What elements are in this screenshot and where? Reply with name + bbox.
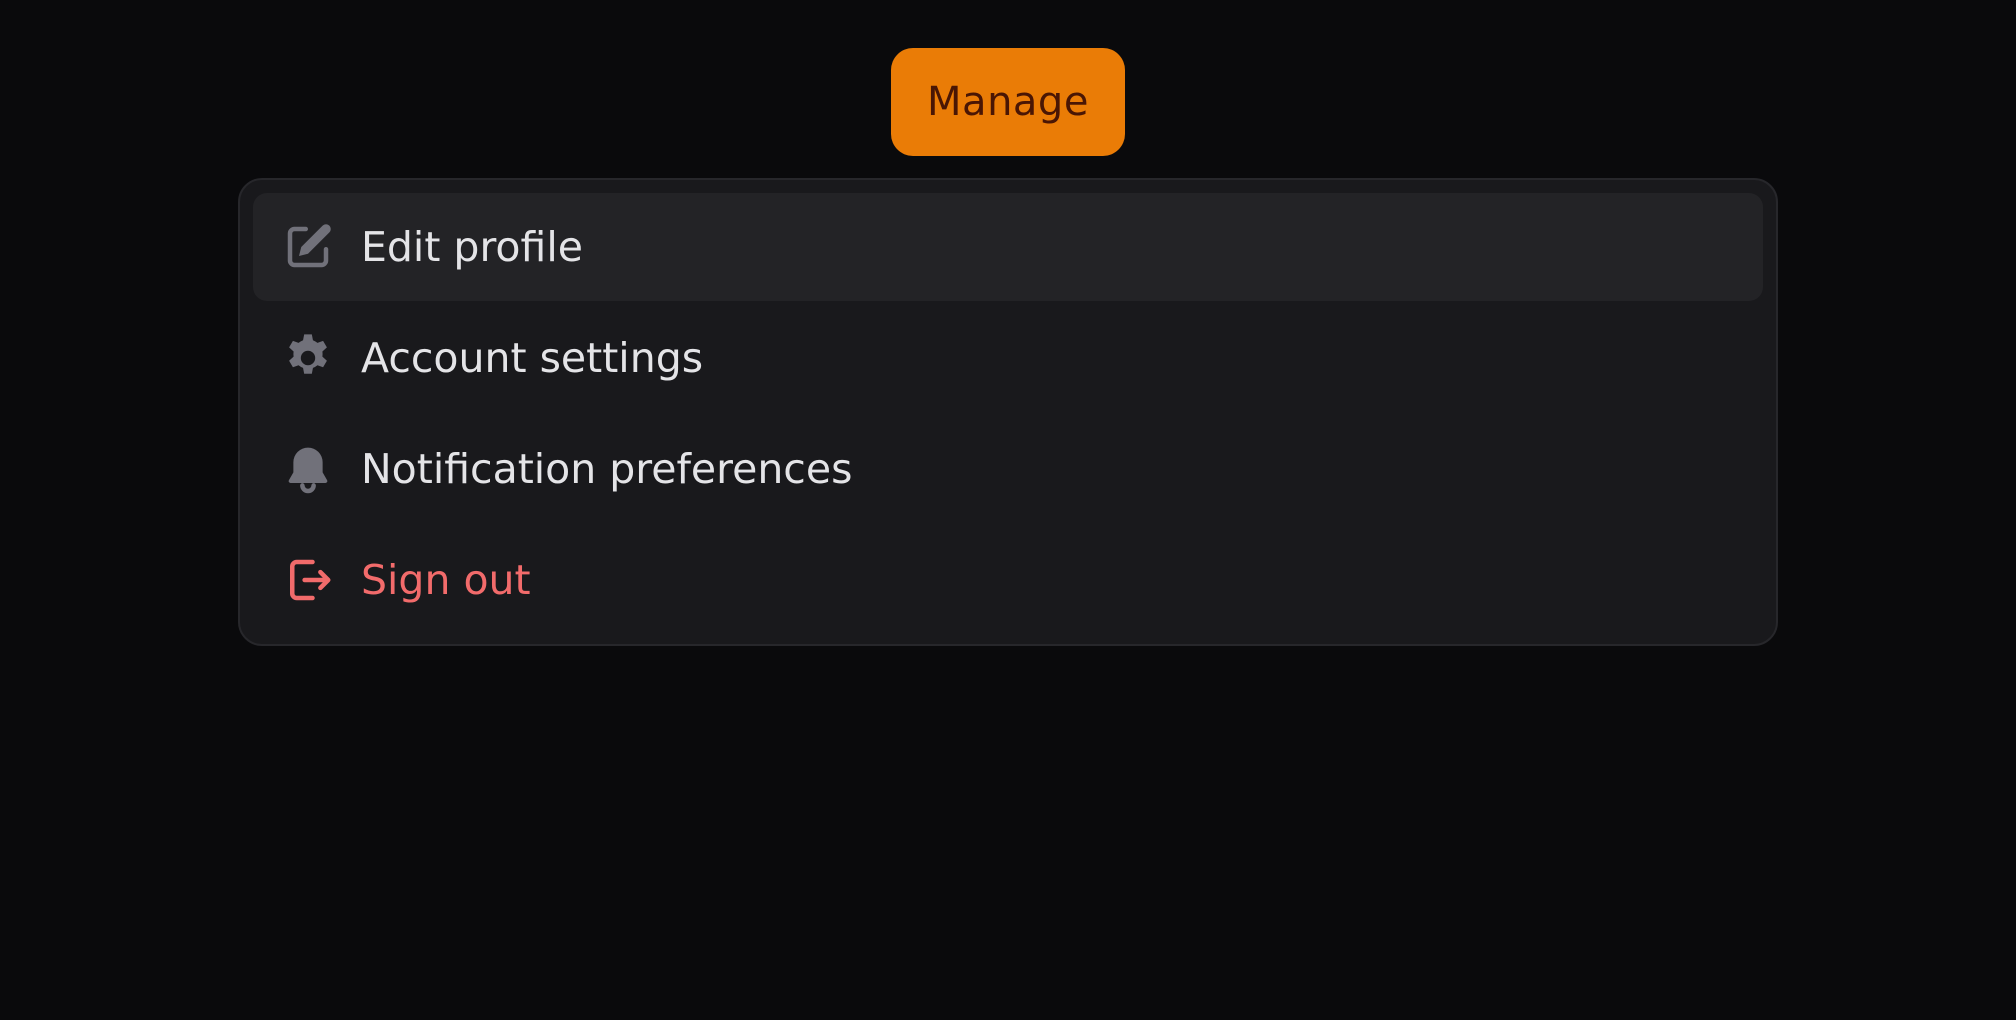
menu-item-label: Account settings xyxy=(361,334,704,382)
page: Manage Edit profile Account settings Not… xyxy=(0,0,2016,1020)
menu-item-sign-out[interactable]: Sign out xyxy=(253,526,1763,634)
edit-icon xyxy=(281,220,335,274)
bell-icon xyxy=(281,442,335,496)
menu-item-account-settings[interactable]: Account settings xyxy=(253,304,1763,412)
menu-item-edit-profile[interactable]: Edit profile xyxy=(253,193,1763,301)
menu-item-notification-preferences[interactable]: Notification preferences xyxy=(253,415,1763,523)
menu-item-label: Sign out xyxy=(361,556,531,604)
manage-button[interactable]: Manage xyxy=(891,48,1125,156)
menu-item-label: Notification preferences xyxy=(361,445,853,493)
sign-out-icon xyxy=(281,553,335,607)
gear-icon xyxy=(281,331,335,385)
dropdown-menu: Edit profile Account settings Notificati… xyxy=(238,178,1778,646)
menu-item-label: Edit profile xyxy=(361,223,583,271)
